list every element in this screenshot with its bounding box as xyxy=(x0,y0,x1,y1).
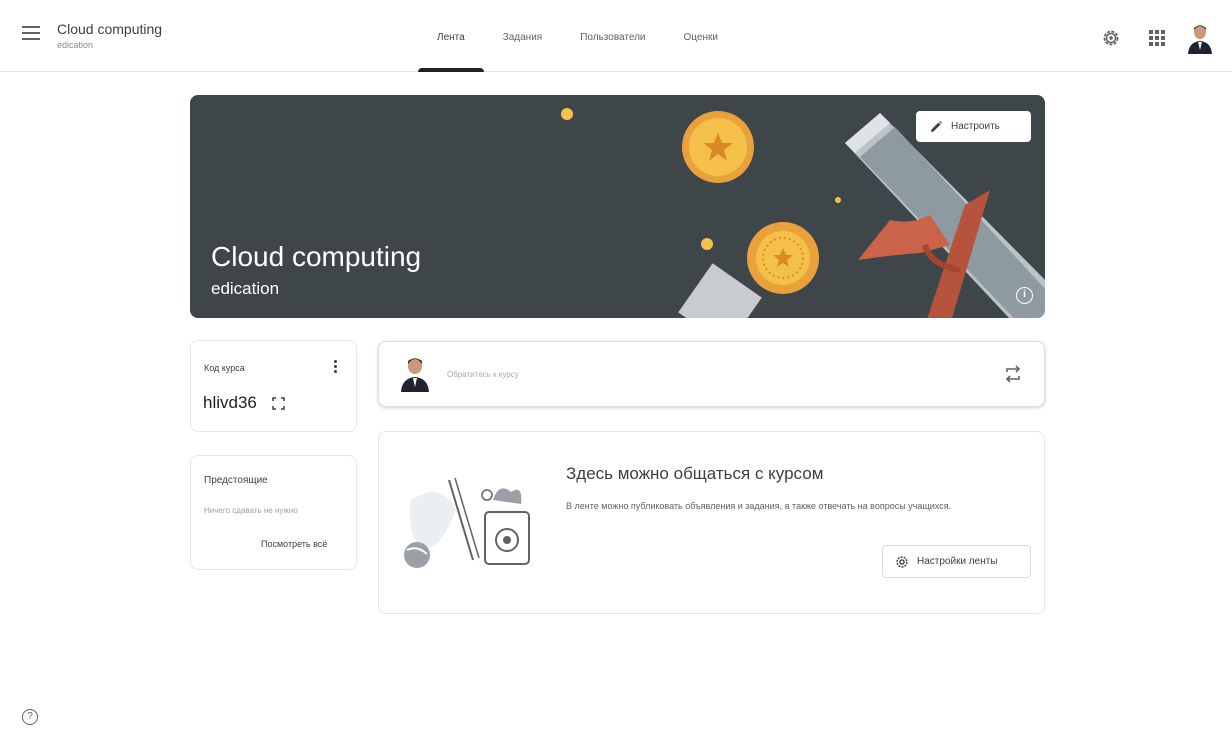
top-app-bar: Cloud computing edication Лента Задания … xyxy=(0,0,1232,72)
tab-classwork[interactable]: Задания xyxy=(484,0,562,72)
repost-icon[interactable] xyxy=(1004,364,1022,384)
upcoming-empty-text: Ничего сдавать не нужно xyxy=(204,506,298,515)
stream-settings-button[interactable]: Настройки ленты xyxy=(882,545,1031,578)
user-avatar xyxy=(401,358,429,392)
stream-settings-label: Настройки ленты xyxy=(917,556,998,567)
course-title[interactable]: Cloud computing xyxy=(57,21,162,37)
settings-gear-icon xyxy=(896,555,908,568)
stream-empty-description: В ленте можно публиковать объявления и з… xyxy=(566,501,952,511)
tab-people[interactable]: Пользователи xyxy=(561,0,664,72)
class-code-label: Код курса xyxy=(204,363,245,373)
tab-bar: Лента Задания Пользователи Оценки xyxy=(418,0,737,72)
announce-box[interactable]: Обратитесь к курсу xyxy=(378,341,1045,407)
menu-icon[interactable] xyxy=(22,26,40,44)
announce-input[interactable]: Обратитесь к курсу xyxy=(447,370,519,379)
banner-course-title: Cloud computing xyxy=(211,241,422,272)
user-avatar[interactable] xyxy=(1187,24,1213,54)
upcoming-title: Предстоящие xyxy=(204,475,268,486)
tab-grades[interactable]: Оценки xyxy=(665,0,737,72)
banner-course-subtitle: edication xyxy=(211,279,280,298)
pencil-icon xyxy=(931,120,942,132)
class-code-card: Код курса hlivd36 xyxy=(190,340,357,432)
apps-grid-icon[interactable] xyxy=(1147,28,1167,48)
customize-button-label: Настроить xyxy=(951,121,1000,132)
settings-gear-icon[interactable] xyxy=(1101,28,1121,48)
course-subtitle: edication xyxy=(57,40,94,50)
fullscreen-icon[interactable] xyxy=(272,397,285,410)
stream-illustration xyxy=(404,477,530,568)
class-code-value: hlivd36 xyxy=(203,393,257,412)
more-vert-icon[interactable] xyxy=(330,360,340,376)
upcoming-card: Предстоящие Ничего сдавать не нужно Посм… xyxy=(190,455,357,570)
stream-empty-heading: Здесь можно общаться с курсом xyxy=(566,464,824,483)
help-icon[interactable]: ? xyxy=(22,709,38,725)
view-all-link[interactable]: Посмотреть всё xyxy=(261,539,327,549)
customize-button[interactable]: Настроить xyxy=(916,111,1031,142)
info-icon[interactable]: i xyxy=(1016,287,1033,304)
stream-empty-card: Здесь можно общаться с курсом В ленте мо… xyxy=(378,431,1045,614)
course-banner: Cloud computing edication Настроить i xyxy=(190,95,1045,318)
tab-stream[interactable]: Лента xyxy=(418,0,484,72)
